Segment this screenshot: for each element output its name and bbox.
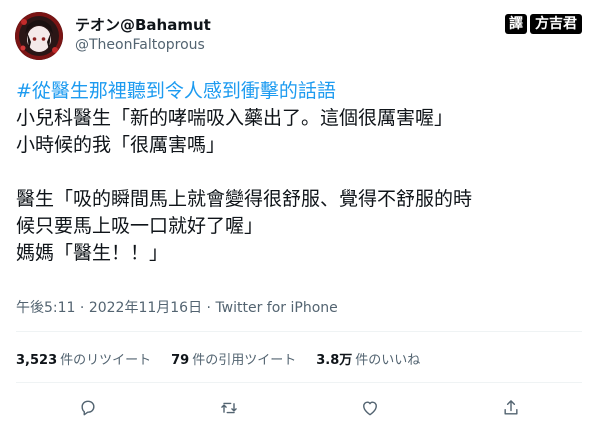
share-button[interactable] (497, 394, 525, 422)
tweet-source[interactable]: Twitter for iPhone (215, 300, 337, 316)
meta-separator: · (75, 300, 89, 316)
action-bar (0, 394, 598, 422)
tweet-meta: 午後5:11 · 2022年11月16日 · Twitter for iPhon… (16, 297, 338, 317)
tweet-stats: 3,523 件のリツイート 79 件の引用ツイート 3.8万 件のいいね (16, 349, 420, 368)
hashtag-link[interactable]: #從醫生那裡聽到令人感到衝擊的話語 (16, 78, 582, 105)
quote-label: 件の引用ツイート (192, 353, 297, 368)
watermark-name: 方吉君 (530, 14, 582, 34)
watermark-prefix: 譯 (505, 14, 527, 34)
retweet-button[interactable] (215, 394, 243, 422)
avatar[interactable] (15, 12, 63, 60)
quotes-stat[interactable]: 79 件の引用ツイート (171, 349, 296, 368)
tweet-line: 小兒科醫生「新的哮喘吸入藥出了。這個很厲害喔」 (16, 107, 454, 129)
divider (16, 382, 582, 383)
like-count: 3.8万 (316, 353, 353, 368)
retweets-stat[interactable]: 3,523 件のリツイート (16, 349, 151, 368)
retweet-label: 件のリツイート (60, 353, 152, 368)
meta-separator: · (202, 300, 216, 316)
divider (16, 331, 582, 332)
retweet-count: 3,523 (16, 353, 58, 368)
share-icon (504, 400, 518, 415)
reply-button[interactable] (74, 394, 102, 422)
quote-count: 79 (171, 353, 190, 368)
tweet-time[interactable]: 午後5:11 (16, 300, 75, 316)
tweet-line: 醫生「吸的瞬間馬上就會變得很舒服、覺得不舒服的時 (16, 188, 473, 210)
translator-watermark: 譯 方吉君 (505, 14, 582, 34)
tweet-line: 候只要馬上吸一口就好了喔」 (16, 215, 264, 237)
user-handle[interactable]: @TheonFaltoprous (75, 37, 205, 53)
reply-icon (81, 400, 95, 416)
retweet-icon (221, 402, 237, 414)
tweet-line: 小時候的我「很厲害嗎」 (16, 134, 226, 156)
tweet-text: #從醫生那裡聽到令人感到衝擊的話語 小兒科醫生「新的哮喘吸入藥出了。這個很厲害喔… (16, 78, 582, 267)
like-icon (363, 401, 377, 416)
avatar-illustration (15, 12, 63, 60)
tweet-date[interactable]: 2022年11月16日 (89, 300, 202, 316)
like-button[interactable] (356, 394, 384, 422)
likes-stat[interactable]: 3.8万 件のいいね (316, 349, 420, 368)
tweet-card: テオン@Bahamut @TheonFaltoprous 譯 方吉君 #從醫生那… (0, 0, 598, 433)
display-name[interactable]: テオン@Bahamut (75, 14, 211, 35)
tweet-line: 媽媽「醫生！！」 (16, 242, 169, 264)
like-label: 件のいいね (355, 353, 421, 368)
